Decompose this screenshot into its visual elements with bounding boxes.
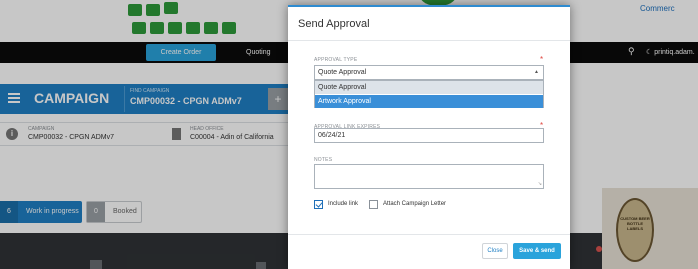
close-button[interactable]: Close	[482, 243, 508, 259]
option-artwork-approval[interactable]: Artwork Approval	[315, 95, 543, 108]
notes-textarea[interactable]: ↘	[314, 164, 544, 189]
link-expires-input[interactable]: 06/24/21	[314, 128, 544, 143]
divider	[288, 40, 570, 41]
approval-type-select[interactable]: Quote Approval ▲	[314, 65, 544, 80]
option-quote-approval[interactable]: Quote Approval	[315, 81, 543, 94]
include-link-checkbox[interactable]	[314, 200, 323, 209]
approval-type-value: Quote Approval	[318, 69, 367, 76]
resize-handle-icon[interactable]: ↘	[538, 181, 542, 187]
send-approval-modal: Send Approval APPROVAL TYPE * Quote Appr…	[288, 5, 570, 269]
include-link-label[interactable]: Include link	[328, 200, 358, 209]
approval-type-dropdown: Quote Approval Artwork Approval	[314, 80, 544, 108]
divider	[288, 234, 570, 235]
modal-title: Send Approval	[298, 18, 370, 30]
required-marker: *	[540, 55, 544, 64]
caret-down-icon: ▲	[534, 69, 539, 75]
save-and-send-button[interactable]: Save & send	[513, 243, 561, 259]
attach-letter-label[interactable]: Attach Campaign Letter	[383, 200, 446, 209]
notes-label: NOTES	[314, 157, 333, 163]
approval-type-label: APPROVAL TYPE	[314, 57, 358, 63]
attach-letter-checkbox[interactable]	[369, 200, 378, 209]
